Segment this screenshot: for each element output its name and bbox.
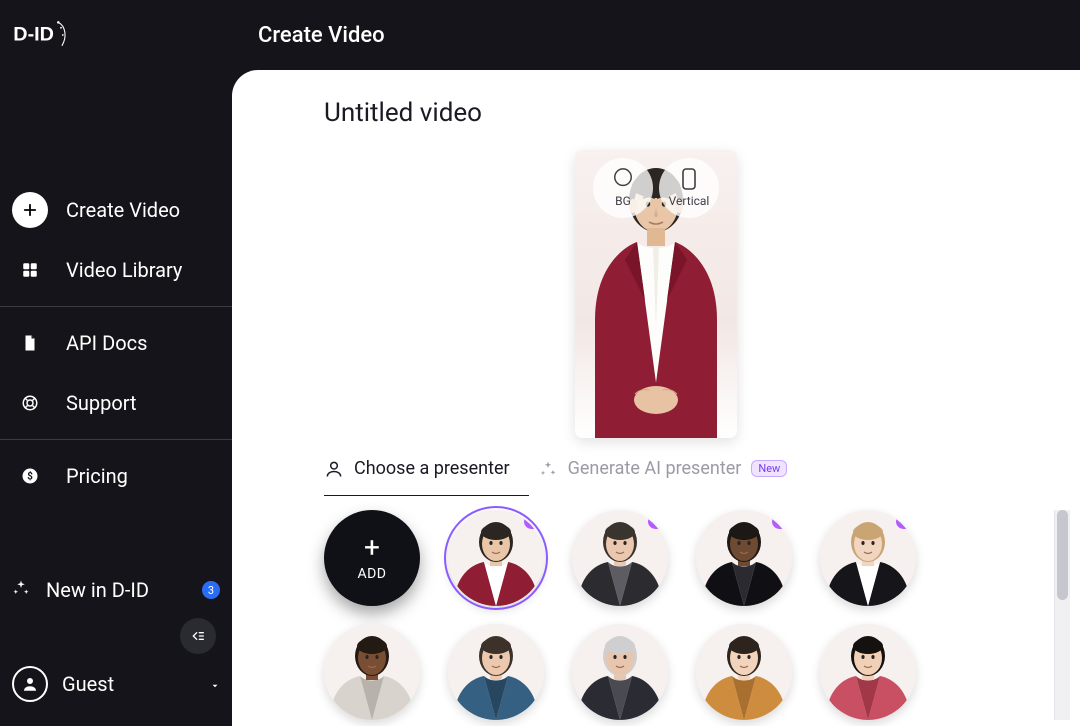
page-title: Create Video [258,23,385,48]
vertical-icon [678,168,700,190]
presenter-tile[interactable] [324,624,420,720]
person-icon [324,459,344,479]
presenter-tile[interactable] [448,624,544,720]
plus-icon: + [364,534,380,562]
sparkle-icon [538,459,558,479]
bg-chip-label: BG [615,194,631,208]
sidebar-new-label: New in D-ID [46,578,149,602]
new-badge: New [751,460,787,477]
user-menu[interactable]: Guest [0,654,232,714]
sidebar-item-video-library[interactable]: Video Library [0,240,232,300]
sidebar-item-label: Pricing [66,464,128,488]
sidebar-item-support[interactable]: Support [0,373,232,433]
sidebar: Create Video Video Library API Docs Supp… [0,70,232,726]
presenter-tile[interactable]: HQ [696,510,792,606]
tab-underline [324,495,529,496]
presenter-tile[interactable] [696,624,792,720]
user-name: Guest [62,672,114,696]
hq-badge: HQ [772,514,792,529]
orientation-chip[interactable]: Vertical [659,158,719,218]
divider [0,439,232,440]
presenter-tabs: Choose a presenter Generate AI presenter… [324,458,1080,489]
preview-card: BG Vertical [575,150,737,438]
main-panel: Untitled video [232,70,1080,726]
svg-text:D-ID: D-ID [13,23,54,45]
brand-logo[interactable]: D-ID [10,15,76,55]
tab-generate-presenter[interactable]: Generate AI presenter New [538,458,788,489]
presenter-tile[interactable]: HQ [448,510,544,606]
sidebar-item-label: Video Library [66,258,182,282]
user-avatar-icon [12,666,48,702]
add-presenter-tile[interactable]: + ADD [324,510,420,606]
tab-label: Choose a presenter [354,458,510,479]
lifebuoy-icon [12,385,48,421]
sidebar-item-api-docs[interactable]: API Docs [0,313,232,373]
circle-icon [612,168,634,190]
chevron-down-icon [210,672,220,696]
sidebar-item-new[interactable]: New in D-ID 3 [0,568,232,612]
hq-badge: HQ [896,514,916,529]
presenter-tile[interactable]: HQ [572,510,668,606]
scrollbar[interactable] [1054,510,1070,720]
project-title[interactable]: Untitled video [324,98,1080,128]
dollar-icon: $ [12,458,48,494]
divider [0,306,232,307]
hq-badge: HQ [524,514,544,529]
presenter-tile[interactable] [820,624,916,720]
orient-chip-label: Vertical [669,194,710,208]
presenter-gallery: + ADD HQ [324,510,1024,720]
document-icon [12,325,48,361]
svg-text:$: $ [27,471,33,482]
sidebar-item-label: Create Video [66,198,180,222]
sidebar-item-create-video[interactable]: Create Video [0,180,232,240]
presenter-tile[interactable] [572,624,668,720]
tab-choose-presenter[interactable]: Choose a presenter [324,458,510,489]
sparkle-icon [12,578,30,602]
scroll-thumb[interactable] [1057,510,1068,600]
tab-label: Generate AI presenter [568,458,742,479]
new-count-badge: 3 [202,581,220,599]
sidebar-item-label: API Docs [66,331,147,355]
grid-icon [12,252,48,288]
collapse-sidebar-button[interactable] [180,618,216,654]
sidebar-item-pricing[interactable]: $ Pricing [0,446,232,506]
presenter-tile[interactable]: HQ [820,510,916,606]
sidebar-item-label: Support [66,391,137,415]
background-chip[interactable]: BG [593,158,653,218]
topbar: D-ID Create Video [0,0,1080,70]
hq-badge: HQ [648,514,668,529]
add-label: ADD [357,566,386,582]
plus-circle-icon [12,192,48,228]
